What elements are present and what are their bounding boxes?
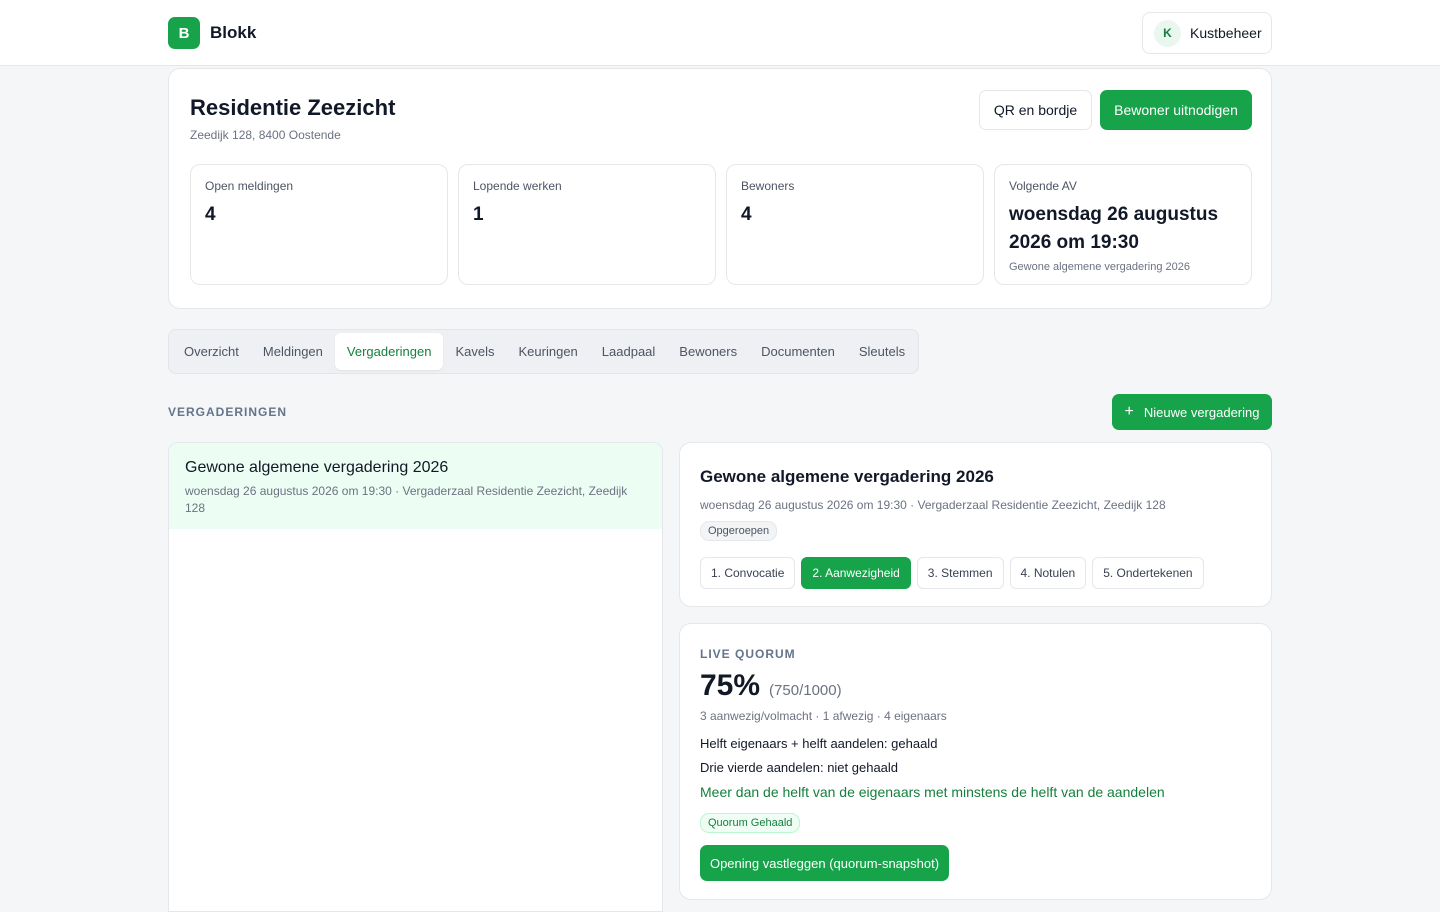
user-name: Kustbeheer: [1190, 25, 1262, 41]
list-item[interactable]: Gewone algemene vergadering 2026 woensda…: [169, 443, 662, 529]
stat-residents: Bewoners 4: [726, 164, 984, 285]
stat-label: Open meldingen: [205, 179, 294, 193]
quorum-line-majority: Helft eigenaars + helft aandelen: gehaal…: [700, 736, 938, 751]
tab-meldingen[interactable]: Meldingen: [251, 333, 335, 370]
tab-vergaderingen[interactable]: Vergaderingen: [334, 333, 444, 370]
stat-value: 4: [741, 204, 752, 225]
tab-kavels[interactable]: Kavels: [443, 333, 506, 370]
plus-icon: +: [1124, 403, 1134, 420]
step-convocatie[interactable]: 1. Convocatie: [700, 557, 796, 589]
invite-resident-button[interactable]: Bewoner uitnodigen: [1100, 90, 1252, 130]
qr-button[interactable]: QR en bordje: [979, 90, 1092, 130]
stat-sub: Gewone algemene vergadering 2026: [1009, 261, 1191, 273]
stat-ongoing-works: Lopende werken 1: [458, 164, 716, 285]
avatar: K: [1154, 19, 1181, 47]
tab-documenten[interactable]: Documenten: [749, 333, 847, 370]
list-item-title: Gewone algemene vergadering 2026: [185, 459, 449, 476]
meeting-subtitle: woensdag 26 augustus 2026 om 19:30 · Ver…: [700, 498, 1166, 512]
step-ondertekenen[interactable]: 5. Ondertekenen: [1092, 557, 1204, 589]
user-menu-button[interactable]: K Kustbeheer: [1142, 12, 1272, 54]
quorum-label: LIVE QUORUM: [700, 647, 796, 661]
quorum-rule: Meer dan de helft van de eigenaars met m…: [700, 784, 1165, 800]
top-bar: B Blokk K Kustbeheer: [0, 0, 1440, 66]
status-badge: Opgeroepen: [700, 521, 778, 541]
stat-label: Lopende werken: [473, 179, 562, 193]
quorum-main: 75% (750/1000): [700, 669, 1251, 703]
building-address: Zeedijk 128, 8400 Oostende: [190, 128, 341, 142]
meeting-title: Gewone algemene vergadering 2026: [700, 467, 994, 486]
brand-name: Blokk: [210, 23, 257, 42]
section-title: VERGADERINGEN: [168, 405, 288, 419]
page-title: Residentie Zeezicht: [190, 95, 396, 120]
list-item-subtitle: woensdag 26 augustus 2026 om 19:30 · Ver…: [185, 484, 628, 515]
quorum-status-badge: Quorum Gehaald: [700, 813, 801, 833]
tab-overzicht[interactable]: Overzicht: [172, 333, 251, 370]
stat-label: Bewoners: [741, 179, 795, 193]
meeting-list: Gewone algemene vergadering 2026 woensda…: [168, 442, 663, 912]
stat-next-meeting: Volgende AV woensdag 26 augustus 2026 om…: [994, 164, 1252, 285]
stat-value: 1: [473, 204, 484, 225]
brand[interactable]: B Blokk: [168, 17, 256, 49]
stat-value: 4: [205, 204, 216, 225]
stat-open-reports: Open meldingen 4: [190, 164, 448, 285]
quorum-counts: 3 aanwezig/volmacht · 1 afwezig · 4 eige…: [700, 709, 947, 723]
step-stemmen[interactable]: 3. Stemmen: [916, 557, 1004, 589]
quorum-line-three-quarters: Drie vierde aandelen: niet gehaald: [700, 760, 899, 775]
step-notulen[interactable]: 4. Notulen: [1009, 557, 1087, 589]
stat-value: woensdag 26 augustus 2026 om 19:30: [1009, 204, 1219, 253]
quorum-percent: 75%: [700, 669, 761, 702]
new-meeting-button[interactable]: + Nieuwe vergadering: [1112, 394, 1272, 430]
tab-bar: Overzicht Meldingen Vergaderingen Kavels…: [168, 329, 919, 374]
quorum-fraction: (750/1000): [769, 682, 842, 699]
stat-label: Volgende AV: [1009, 179, 1077, 193]
brand-logo: B: [168, 17, 200, 49]
quorum-card: LIVE QUORUM 75% (750/1000) 3 aanwezig/vo…: [679, 623, 1272, 900]
record-opening-button[interactable]: Opening vastleggen (quorum-snapshot): [700, 845, 949, 881]
meeting-steps: 1. Convocatie 2. Aanwezigheid 3. Stemmen…: [700, 557, 1251, 589]
meeting-detail-card: Gewone algemene vergadering 2026 woensda…: [679, 442, 1272, 607]
tab-sleutels[interactable]: Sleutels: [847, 333, 917, 370]
building-card: Residentie Zeezicht Zeedijk 128, 8400 Oo…: [168, 68, 1272, 309]
tab-bewoners[interactable]: Bewoners: [667, 333, 749, 370]
step-aanwezigheid[interactable]: 2. Aanwezigheid: [801, 557, 911, 589]
new-meeting-label: Nieuwe vergadering: [1143, 404, 1260, 420]
tab-laadpaal[interactable]: Laadpaal: [590, 333, 668, 370]
tab-keuringen[interactable]: Keuringen: [507, 333, 590, 370]
